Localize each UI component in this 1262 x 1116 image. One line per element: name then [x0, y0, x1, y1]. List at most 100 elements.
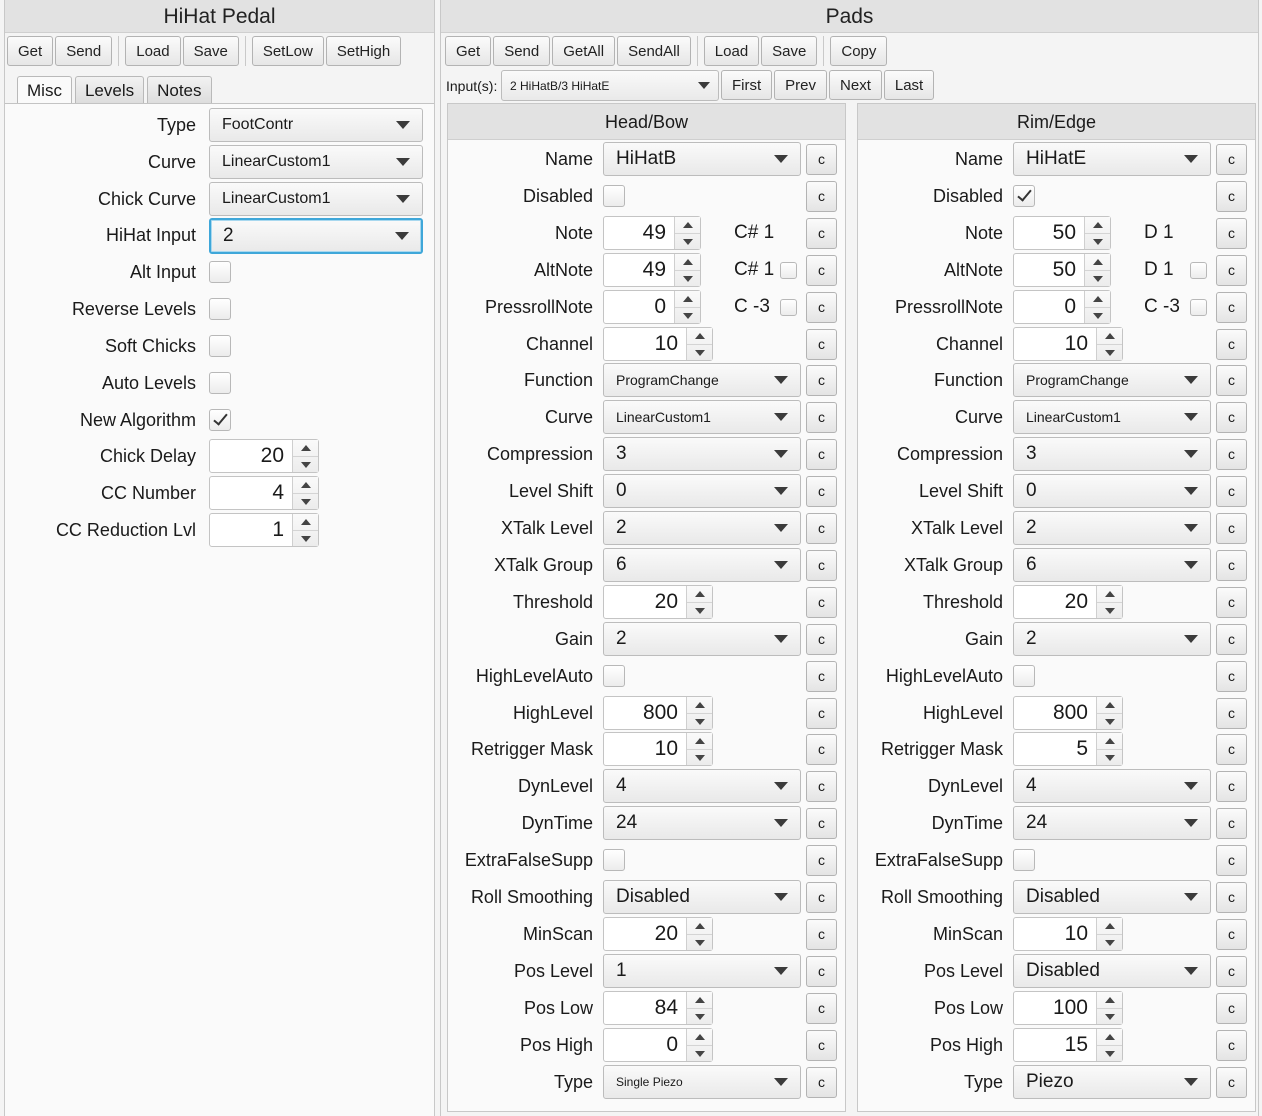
hihat-send-button[interactable]: Send: [55, 36, 113, 66]
rim-channel-copy-button[interactable]: c: [1216, 328, 1247, 360]
hihat-save-button[interactable]: Save: [182, 36, 239, 66]
head-threshold-copy-button[interactable]: c: [806, 586, 837, 618]
head-pressroll-value[interactable]: 0: [604, 291, 674, 323]
spinner-down-icon[interactable]: [687, 749, 712, 765]
hihat-sethigh-button[interactable]: SetHigh: [325, 36, 402, 66]
cc-number-value[interactable]: 4: [210, 477, 292, 509]
head-channel-value[interactable]: 10: [604, 328, 686, 360]
spinner-down-icon[interactable]: [687, 1044, 712, 1061]
pads-get-button[interactable]: Get: [445, 36, 492, 66]
rim-altnote-copy-button[interactable]: c: [1216, 254, 1247, 286]
head-altnote-copy-button[interactable]: c: [806, 254, 837, 286]
spinner-down-icon[interactable]: [293, 530, 318, 546]
rim-pressroll-value[interactable]: 0: [1014, 291, 1084, 323]
rim-extrafalse-copy-button[interactable]: c: [1216, 845, 1247, 877]
spinner-down-icon[interactable]: [687, 343, 712, 360]
head-rollsmoothing-combo[interactable]: Disabled: [603, 880, 801, 914]
head-dyntime-copy-button[interactable]: c: [806, 808, 837, 840]
head-altnote-value[interactable]: 49: [604, 254, 674, 286]
rim-channel-value[interactable]: 10: [1014, 328, 1096, 360]
pads-save-button[interactable]: Save: [761, 36, 818, 66]
tab-levels[interactable]: Levels: [74, 76, 145, 104]
head-highlevel-copy-button[interactable]: c: [806, 697, 837, 729]
head-type-combo[interactable]: Single Piezo: [603, 1064, 801, 1099]
spinner-down-icon[interactable]: [1097, 749, 1122, 765]
head-disabled-copy-button[interactable]: c: [806, 180, 837, 212]
head-highlevelauto-copy-button[interactable]: c: [806, 660, 837, 692]
spinner-down-icon[interactable]: [687, 1007, 712, 1024]
chick-delay-spinner[interactable]: 20: [209, 439, 319, 473]
head-channel-copy-button[interactable]: c: [806, 328, 837, 360]
rim-disabled-copy-button[interactable]: c: [1216, 180, 1247, 212]
spinner-up-icon[interactable]: [687, 586, 712, 602]
spinner-down-icon[interactable]: [675, 306, 700, 323]
spinner-down-icon[interactable]: [1097, 712, 1122, 729]
head-function-copy-button[interactable]: c: [806, 365, 837, 397]
spinner-up-icon[interactable]: [1097, 586, 1122, 602]
head-dynlevel-copy-button[interactable]: c: [806, 771, 837, 803]
spinner-up-icon[interactable]: [675, 217, 700, 233]
rim-levelshift-copy-button[interactable]: c: [1216, 476, 1247, 508]
head-dyntime-combo[interactable]: 24: [603, 806, 801, 841]
head-poslow-value[interactable]: 84: [604, 992, 686, 1024]
tab-notes[interactable]: Notes: [147, 76, 212, 104]
rim-pressroll-spinner[interactable]: 0: [1013, 289, 1111, 324]
rim-xtalkgroup-combo[interactable]: 6: [1013, 547, 1211, 582]
chick-curve-combo[interactable]: LinearCustom1: [209, 182, 423, 216]
spinner-down-icon[interactable]: [1097, 343, 1122, 360]
head-poslevel-copy-button[interactable]: c: [806, 955, 837, 987]
rim-disabled-checkbox[interactable]: [1013, 184, 1035, 207]
pads-getall-button[interactable]: GetAll: [552, 36, 616, 66]
spinner-up-icon[interactable]: [293, 440, 318, 456]
head-levelshift-copy-button[interactable]: c: [806, 476, 837, 508]
head-xtalklevel-copy-button[interactable]: c: [806, 513, 837, 544]
cc-reduction-spinner[interactable]: 1: [209, 513, 319, 547]
spinner-down-icon[interactable]: [687, 933, 712, 950]
tab-misc[interactable]: Misc: [17, 76, 72, 105]
rim-function-copy-button[interactable]: c: [1216, 365, 1247, 397]
rim-gain-combo[interactable]: 2: [1013, 621, 1211, 656]
rim-curve-combo[interactable]: LinearCustom1: [1013, 400, 1211, 435]
spinner-down-icon[interactable]: [1085, 306, 1110, 323]
rim-channel-spinner[interactable]: 10: [1013, 326, 1123, 361]
prev-button[interactable]: Prev: [774, 70, 828, 100]
head-type-copy-button[interactable]: c: [806, 1066, 837, 1098]
hihat-get-button[interactable]: Get: [7, 36, 54, 66]
rim-minscan-copy-button[interactable]: c: [1216, 918, 1247, 950]
curve-combo[interactable]: LinearCustom1: [209, 145, 423, 179]
rim-xtalklevel-combo[interactable]: 2: [1013, 511, 1211, 545]
spinner-up-icon[interactable]: [1085, 254, 1110, 270]
head-minscan-copy-button[interactable]: c: [806, 918, 837, 950]
head-curve-combo[interactable]: LinearCustom1: [603, 400, 801, 435]
spinner-down-icon[interactable]: [675, 232, 700, 249]
rim-poshigh-value[interactable]: 15: [1014, 1029, 1096, 1061]
spinner-up-icon[interactable]: [293, 514, 318, 530]
rim-minscan-spinner[interactable]: 10: [1013, 916, 1123, 951]
rim-poshigh-copy-button[interactable]: c: [1216, 1029, 1247, 1061]
head-note-copy-button[interactable]: c: [806, 217, 837, 249]
head-minscan-spinner[interactable]: 20: [603, 916, 713, 951]
spinner-up-icon[interactable]: [687, 697, 712, 713]
rim-xtalkgroup-copy-button[interactable]: c: [1216, 549, 1247, 581]
alt-input-checkbox[interactable]: [209, 261, 231, 283]
rim-rollsmoothing-combo[interactable]: Disabled: [1013, 880, 1211, 914]
rim-retrigger-copy-button[interactable]: c: [1216, 734, 1247, 766]
rim-xtalklevel-copy-button[interactable]: c: [1216, 513, 1247, 544]
first-button[interactable]: First: [721, 70, 773, 100]
rim-rollsmoothing-copy-button[interactable]: c: [1216, 882, 1247, 913]
head-pressroll-checkbox[interactable]: [780, 298, 797, 316]
head-pressroll-spinner[interactable]: 0: [603, 289, 701, 324]
head-compression-combo[interactable]: 3: [603, 437, 801, 472]
rim-threshold-value[interactable]: 20: [1014, 586, 1096, 618]
rim-poslevel-copy-button[interactable]: c: [1216, 955, 1247, 987]
head-retrigger-value[interactable]: 10: [604, 733, 686, 765]
head-name-combo[interactable]: HiHatB: [603, 142, 801, 176]
spinner-down-icon[interactable]: [687, 601, 712, 618]
rim-highlevel-spinner[interactable]: 800: [1013, 695, 1123, 730]
spinner-down-icon[interactable]: [1097, 1007, 1122, 1024]
hihat-setlow-button[interactable]: SetLow: [251, 36, 324, 66]
rim-curve-copy-button[interactable]: c: [1216, 402, 1247, 434]
rim-name-combo[interactable]: HiHatE: [1013, 142, 1211, 176]
spinner-up-icon[interactable]: [293, 477, 318, 493]
head-note-spinner[interactable]: 49: [603, 215, 701, 250]
